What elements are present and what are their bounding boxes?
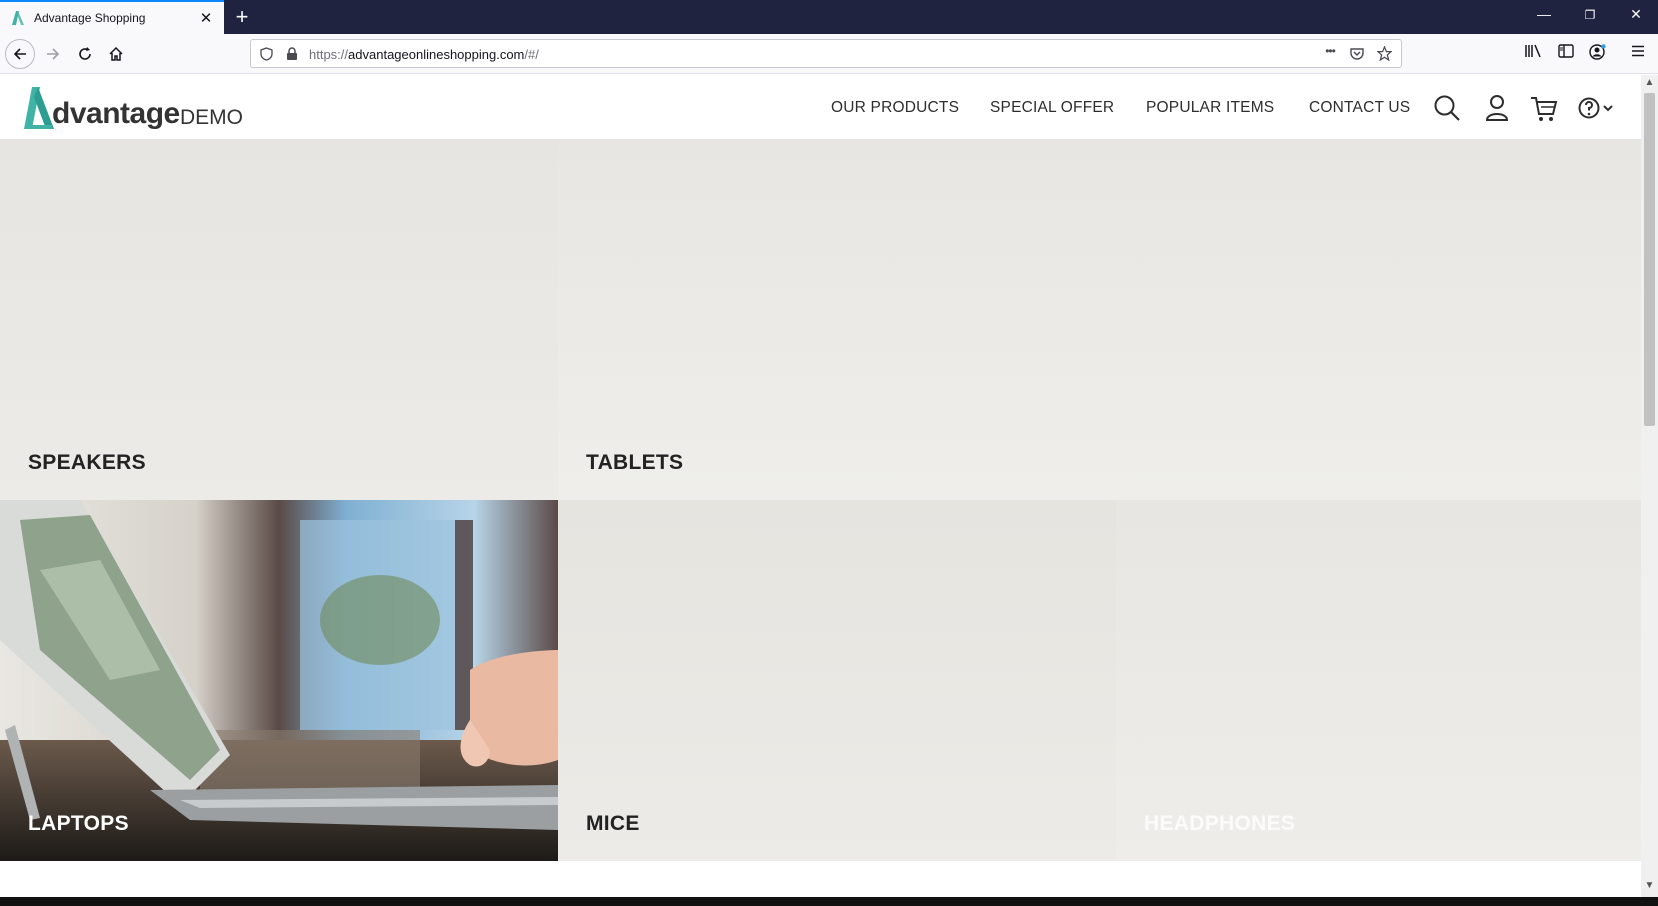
home-icon[interactable] [101, 39, 131, 69]
bookmark-star-icon[interactable] [1375, 45, 1393, 64]
logo-word: dvantage [52, 97, 180, 130]
os-taskbar [0, 897, 1658, 906]
menu-our-products[interactable]: OUR PRODUCTS [831, 99, 959, 117]
category-label[interactable]: SPEAKERS [28, 451, 146, 475]
cart-icon[interactable] [1529, 93, 1559, 123]
scroll-thumb[interactable] [1644, 93, 1655, 426]
category-label[interactable]: MICE [586, 812, 640, 836]
category-label[interactable]: LAPTOPS [28, 812, 129, 836]
search-icon[interactable] [1432, 93, 1462, 123]
close-window-icon[interactable]: ✕ [1626, 6, 1646, 23]
library-icon[interactable] [1522, 44, 1544, 62]
menu-contact-us[interactable]: CONTACT US [1309, 99, 1410, 117]
menu-popular-items[interactable]: POPULAR ITEMS [1146, 99, 1274, 117]
logo-demo: DEMO [180, 106, 243, 129]
category-label[interactable]: HEADPHONES [1144, 812, 1295, 836]
advantage-logo-mark-icon [24, 87, 54, 129]
reload-icon[interactable] [70, 39, 100, 69]
back-icon[interactable] [5, 39, 35, 69]
lock-icon[interactable] [283, 45, 301, 64]
advantage-favicon-icon [12, 11, 24, 25]
browser-navbar: https://advantageonlineshopping.com/#/ •… [0, 34, 1658, 74]
account-icon[interactable] [1587, 44, 1609, 64]
forward-icon[interactable] [38, 39, 68, 69]
page-scrollbar[interactable]: ▲ ▼ [1641, 75, 1658, 897]
help-icon[interactable] [1578, 93, 1618, 123]
pocket-icon[interactable] [1348, 45, 1366, 63]
page-actions-icon[interactable]: ••• [1321, 44, 1339, 58]
url-text[interactable]: https://advantageonlineshopping.com/#/ [309, 47, 539, 62]
tab-title: Advantage Shopping [34, 11, 146, 25]
category-label[interactable]: TABLETS [586, 451, 683, 475]
new-tab-icon[interactable]: + [232, 4, 252, 30]
browser-tab[interactable]: Advantage Shopping ✕ [0, 0, 224, 34]
category-laptops[interactable]: LAPTOPS [0, 500, 558, 861]
minimize-icon[interactable]: — [1534, 6, 1554, 22]
url-bar[interactable]: https://advantageonlineshopping.com/#/ •… [250, 39, 1402, 68]
restore-icon[interactable]: ❐ [1580, 8, 1600, 22]
category-tablets[interactable]: TABLETS [558, 139, 1641, 500]
scroll-down-icon[interactable]: ▼ [1641, 880, 1658, 891]
site-header: dvantage DEMO OUR PRODUCTS SPECIAL OFFER… [0, 75, 1641, 139]
category-grid: SPEAKERS TABLETS LAPTOPS MICE HEADPHONES [0, 139, 1641, 861]
scroll-up-icon[interactable]: ▲ [1641, 77, 1658, 88]
sidebar-icon[interactable] [1555, 44, 1577, 62]
browser-titlebar: Advantage Shopping ✕ + — ❐ ✕ [0, 0, 1658, 34]
category-speakers[interactable]: SPEAKERS [0, 139, 558, 500]
menu-special-offer[interactable]: SPECIAL OFFER [990, 99, 1114, 117]
page-below-fold [0, 861, 1641, 897]
tracking-shield-icon[interactable] [257, 45, 275, 64]
app-menu-icon[interactable] [1627, 44, 1649, 61]
laptop-photo [0, 500, 558, 861]
category-mice[interactable]: MICE [558, 500, 1116, 861]
category-headphones[interactable]: HEADPHONES [1116, 500, 1641, 861]
user-icon[interactable] [1482, 93, 1512, 123]
close-tab-icon[interactable]: ✕ [198, 9, 214, 27]
